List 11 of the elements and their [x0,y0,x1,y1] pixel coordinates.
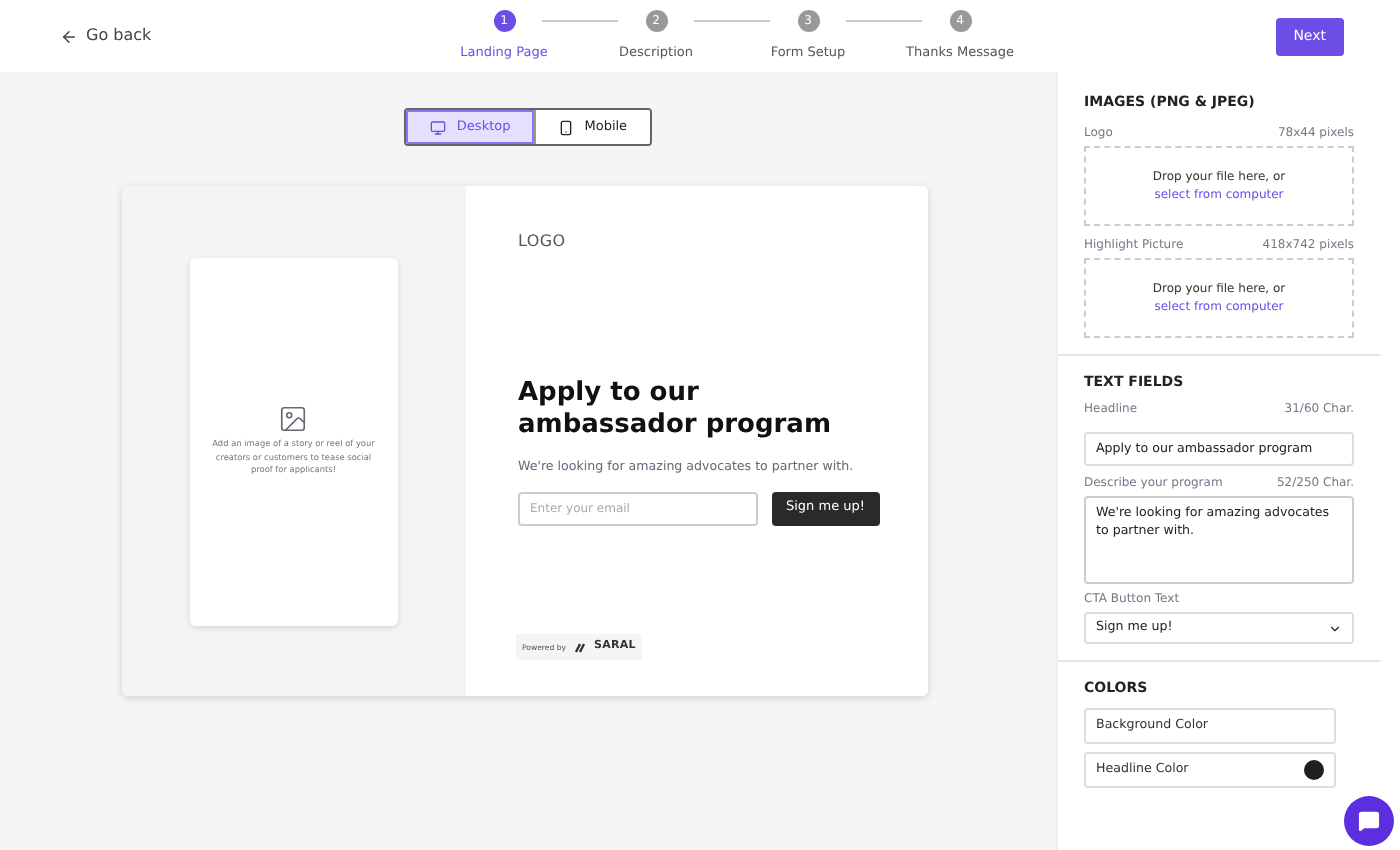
monitor-icon [430,119,447,135]
arrow-left-icon [60,27,78,45]
image-icon [278,404,309,435]
chat-button[interactable] [1344,796,1394,846]
logo-text: LOGO [518,230,568,254]
chat-icon [1358,810,1380,832]
headline-text: Apply to our ambassador program [518,378,834,443]
brand-logo-icon [574,641,587,653]
phone-icon [558,119,575,135]
chevron-down-icon [1328,621,1342,635]
back-link[interactable]: Go back [60,24,300,48]
